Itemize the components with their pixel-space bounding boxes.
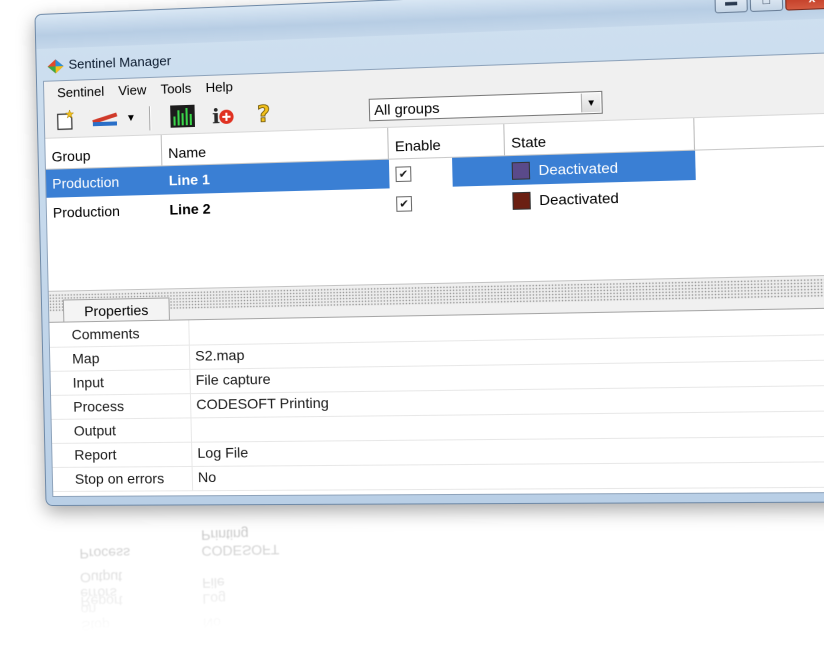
help-icon: ? (256, 102, 271, 126)
close-icon: x (808, 0, 815, 5)
state-label: Deactivated (538, 159, 619, 179)
group-cell: Production (52, 202, 121, 221)
maximize-button[interactable]: □ (749, 0, 784, 13)
property-key: Report (74, 446, 117, 463)
state-indicator (512, 191, 531, 210)
menu-help[interactable]: Help (198, 76, 240, 97)
state-indicator (511, 161, 531, 180)
window-scene: ▬ □ x Sentinel Manager Sentinel View Too… (34, 0, 824, 507)
reflection-row: Stop on errors No (80, 585, 222, 634)
state-cell: Deactivated (505, 151, 696, 186)
route-dropdown[interactable]: ▼ (125, 106, 138, 131)
column-state[interactable]: State (504, 118, 696, 156)
state-cell: Deactivated (506, 181, 697, 215)
group-filter-select[interactable]: All groups ▼ (368, 90, 603, 122)
svg-text:i: i (212, 104, 221, 128)
reflection-row: Report Log File (80, 574, 227, 610)
property-value: S2.map (194, 346, 245, 364)
new-document-icon (56, 108, 75, 130)
lines-grid: Group Name Enable State Production Line … (45, 113, 824, 292)
properties-panel: Comments Map S2.map Input File capture P… (49, 307, 824, 496)
close-button[interactable]: x (784, 0, 824, 11)
property-row[interactable]: Stop on errors No (52, 461, 824, 492)
property-key: Comments (71, 325, 140, 343)
property-value: File capture (195, 370, 271, 389)
menu-tools[interactable]: Tools (153, 78, 198, 99)
group-filter-value: All groups (373, 99, 440, 119)
property-value: No (197, 468, 217, 486)
name-cell: Line 2 (169, 200, 211, 218)
app-icon (47, 59, 64, 74)
enable-checkbox[interactable]: ✔ (396, 195, 413, 212)
property-key: Process (73, 398, 125, 415)
route-icon (91, 111, 117, 126)
route-button[interactable] (88, 106, 123, 131)
chevron-down-icon[interactable]: ▼ (580, 92, 601, 113)
new-button[interactable] (51, 108, 81, 133)
minimize-button[interactable]: ▬ (714, 0, 748, 14)
reflection-row: Output (79, 569, 123, 586)
info-add-button[interactable]: i (208, 102, 239, 127)
column-group[interactable]: Group (45, 135, 163, 169)
reflection-row: Process CODESOFT Printing (79, 526, 280, 562)
info-add-icon: i (212, 104, 237, 128)
property-key: Stop on errors (74, 470, 165, 487)
maximize-icon: □ (762, 0, 771, 7)
client-area: Sentinel View Tools Help ▼ i ? All group… (42, 51, 824, 498)
enable-cell: ✔ (388, 157, 453, 189)
title-bar[interactable]: ▬ □ x (35, 0, 824, 50)
property-value: Log File (197, 444, 249, 461)
monitor-button[interactable] (167, 104, 198, 129)
enable-cell: ✔ (390, 188, 454, 218)
state-label: Deactivated (539, 189, 619, 209)
group-cell: Production (52, 173, 120, 192)
property-value: CODESOFT Printing (196, 394, 329, 413)
help-button[interactable]: ? (251, 101, 278, 126)
menu-sentinel[interactable]: Sentinel (50, 81, 111, 102)
property-key: Input (72, 374, 105, 391)
property-key: Map (71, 350, 100, 367)
property-key: Output (73, 422, 117, 439)
tab-properties[interactable]: Properties (62, 297, 170, 323)
menu-view[interactable]: View (111, 79, 154, 100)
minimize-icon: ▬ (724, 0, 738, 9)
window-reflection: Stop on errors No Report Log File Output… (69, 516, 471, 634)
monitor-chart-icon (170, 104, 196, 128)
sentinel-manager-window: ▬ □ x Sentinel Manager Sentinel View Too… (34, 0, 824, 507)
window-controls: ▬ □ x (714, 0, 824, 14)
svg-text:?: ? (257, 102, 271, 126)
enable-checkbox[interactable]: ✔ (395, 165, 412, 182)
column-enable[interactable]: Enable (388, 124, 506, 159)
dropdown-arrow-icon: ▼ (125, 112, 137, 124)
window-title: Sentinel Manager (68, 52, 172, 72)
